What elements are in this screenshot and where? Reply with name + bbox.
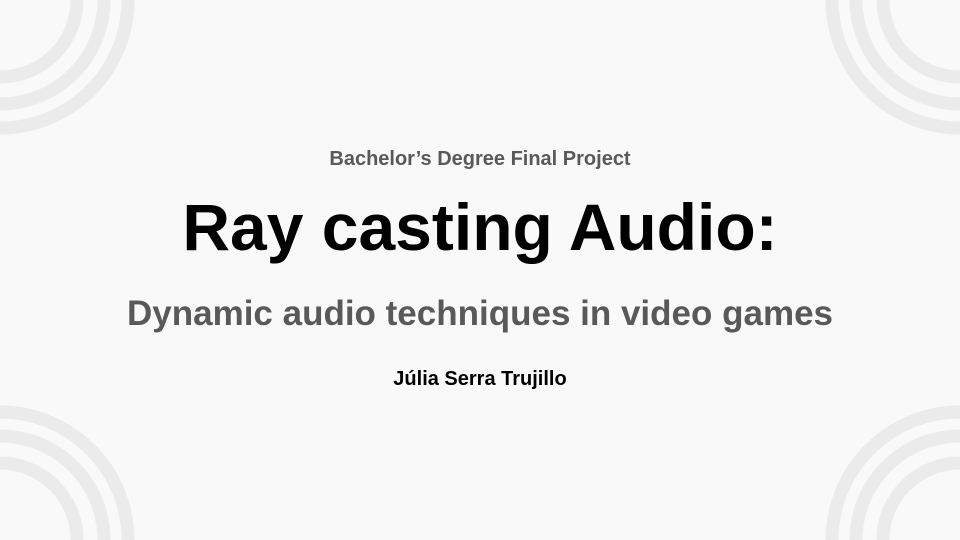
top-right-ring — [876, 0, 960, 84]
corner-ring-decoration — [0, 0, 960, 540]
project-type-label: Bachelor’s Degree Final Project — [329, 148, 631, 170]
author-name: Júlia Serra Trujillo — [393, 368, 567, 390]
bottom-left-ring — [0, 456, 84, 540]
slide-title: Ray casting Audio: — [182, 190, 778, 264]
top-left-ring — [0, 0, 84, 84]
slide-subtitle: Dynamic audio techniques in video games — [126, 294, 833, 333]
bottom-right-ring — [876, 456, 960, 540]
